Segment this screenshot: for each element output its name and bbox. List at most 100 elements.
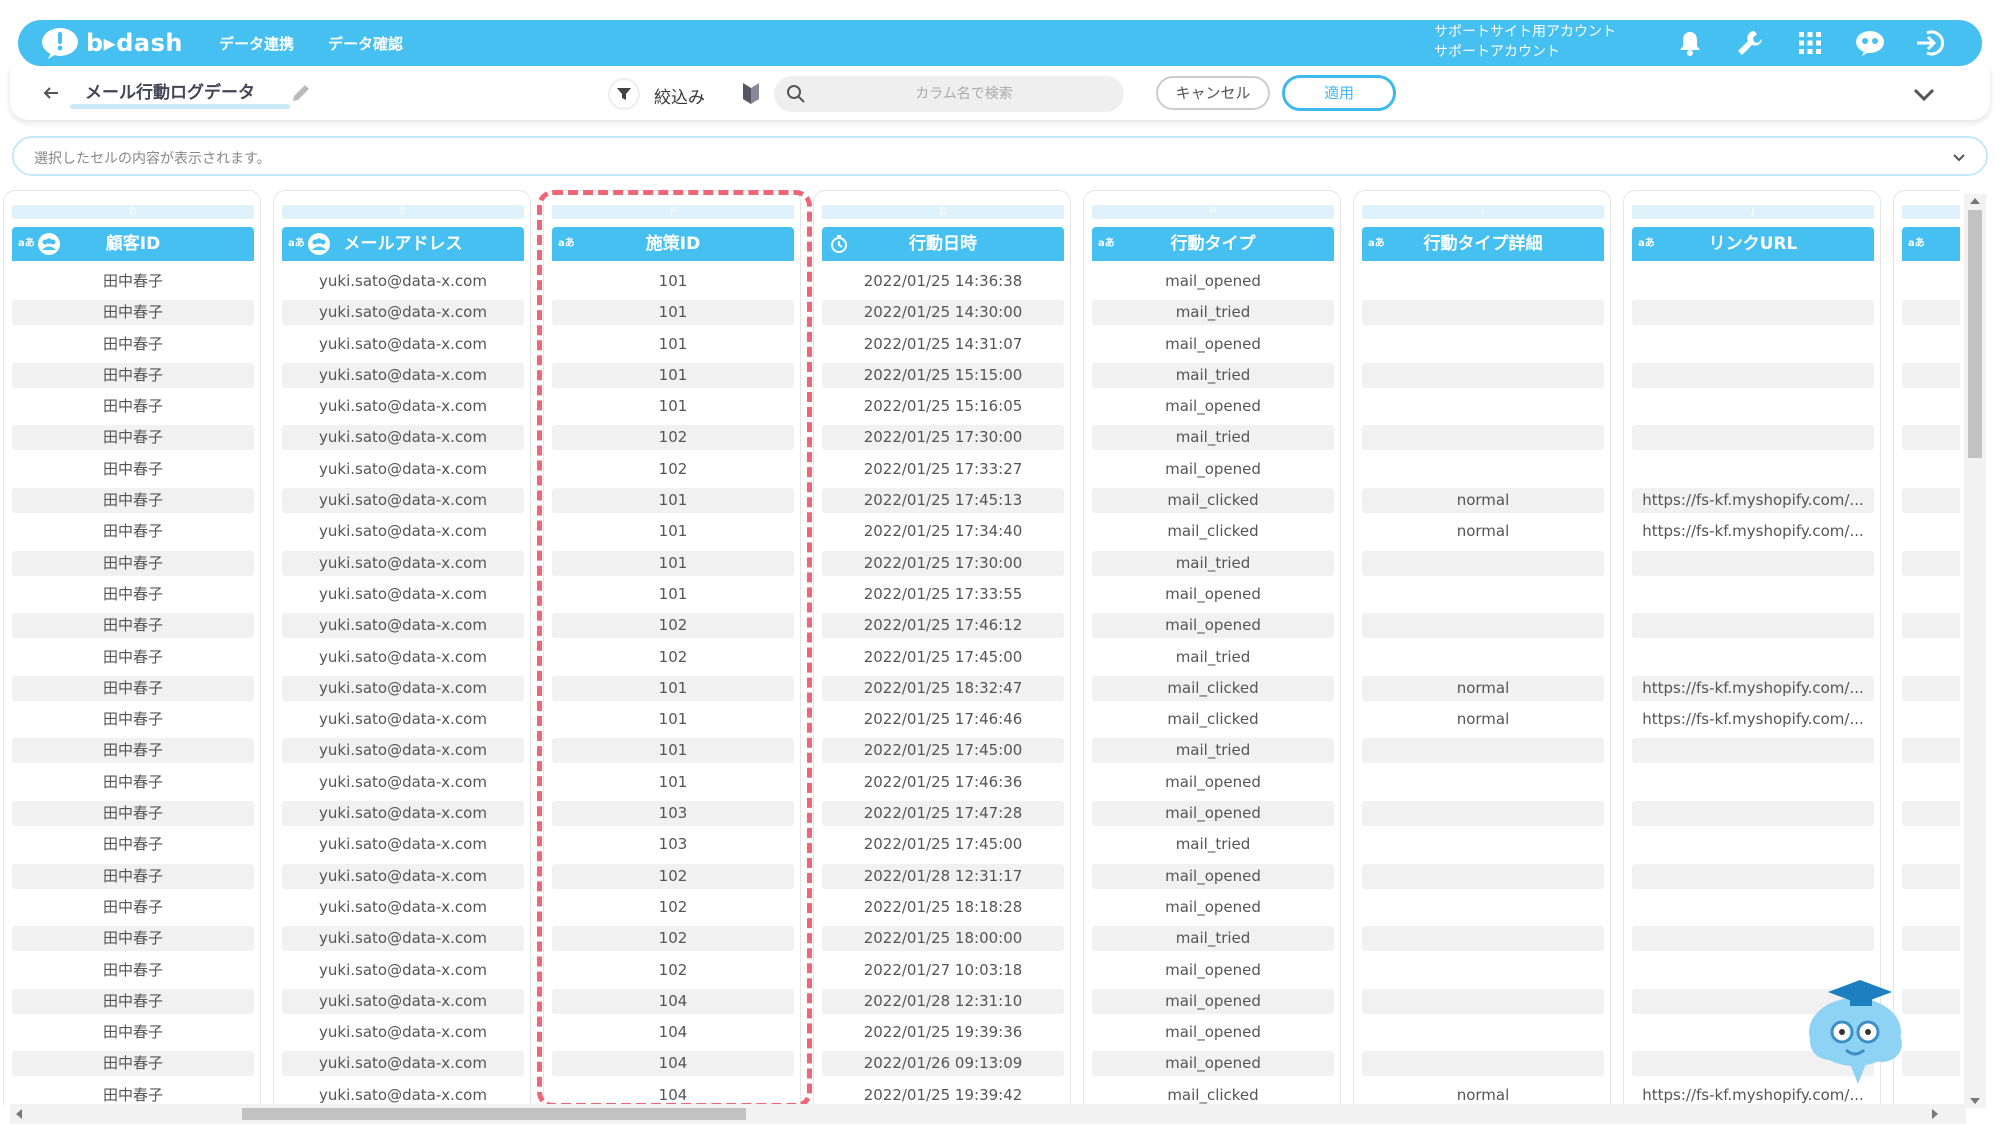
table-cell[interactable] xyxy=(1902,863,1960,889)
table-cell[interactable]: 2022/01/25 17:46:12 xyxy=(822,613,1064,639)
table-cell[interactable]: 田中春子 xyxy=(12,1020,254,1045)
table-cell[interactable]: 田中春子 xyxy=(12,895,254,920)
table-cell[interactable] xyxy=(1632,300,1874,326)
table-cell[interactable]: 101 xyxy=(552,394,794,419)
vertical-scrollbar[interactable] xyxy=(1964,194,1986,1108)
table-cell[interactable]: yuki.sato@data-x.com xyxy=(282,550,524,576)
table-cell[interactable] xyxy=(1362,269,1604,294)
scroll-up-arrow-icon[interactable] xyxy=(1970,198,1980,204)
table-cell[interactable] xyxy=(1902,269,1960,294)
table-cell[interactable] xyxy=(1902,895,1960,920)
column-header[interactable]: aあ 行動タイプ詳細 xyxy=(1362,227,1604,261)
table-cell[interactable]: yuki.sato@data-x.com xyxy=(282,1083,524,1105)
table-cell[interactable] xyxy=(1362,394,1604,419)
table-cell[interactable] xyxy=(1902,362,1960,388)
table-cell[interactable]: yuki.sato@data-x.com xyxy=(282,770,524,795)
column-letter[interactable]: F xyxy=(552,205,794,219)
chevron-down-icon[interactable] xyxy=(1950,148,1968,166)
table-cell[interactable]: yuki.sato@data-x.com xyxy=(282,582,524,607)
pencil-icon[interactable] xyxy=(290,82,312,104)
table-cell[interactable]: 2022/01/28 12:31:17 xyxy=(822,863,1064,889)
table-cell[interactable]: 田中春子 xyxy=(12,488,254,514)
table-cell[interactable]: 田中春子 xyxy=(12,269,254,294)
table-cell[interactable]: yuki.sato@data-x.com xyxy=(282,645,524,670)
table-cell[interactable]: yuki.sato@data-x.com xyxy=(282,863,524,889)
table-cell[interactable] xyxy=(1632,550,1874,576)
table-cell[interactable] xyxy=(1902,550,1960,576)
table-cell[interactable]: 2022/01/26 09:13:09 xyxy=(822,1051,1064,1077)
table-cell[interactable]: 2022/01/25 17:30:00 xyxy=(822,425,1064,451)
table-cell[interactable]: 101 xyxy=(552,362,794,388)
table-cell[interactable]: https://fs-kf.myshopify.com/... xyxy=(1632,488,1874,514)
column-letter[interactable]: I xyxy=(1362,205,1604,219)
table-cell[interactable]: 2022/01/25 17:45:00 xyxy=(822,738,1064,764)
table-cell[interactable] xyxy=(1362,832,1604,857)
table-cell[interactable]: yuki.sato@data-x.com xyxy=(282,895,524,920)
table-cell[interactable] xyxy=(1632,613,1874,639)
table-cell[interactable]: 2022/01/28 12:31:10 xyxy=(822,988,1064,1014)
table-cell[interactable]: 101 xyxy=(552,519,794,544)
table-cell[interactable]: 104 xyxy=(552,988,794,1014)
table-cell[interactable]: 103 xyxy=(552,832,794,857)
table-cell[interactable]: mail_opened xyxy=(1092,895,1334,920)
table-cell[interactable] xyxy=(1362,332,1604,357)
table-cell[interactable]: normal xyxy=(1362,707,1604,732)
table-cell[interactable]: yuki.sato@data-x.com xyxy=(282,832,524,857)
column-letter[interactable]: D xyxy=(12,205,254,219)
table-cell[interactable]: yuki.sato@data-x.com xyxy=(282,1051,524,1077)
column-letter[interactable] xyxy=(1902,205,1960,219)
table-cell[interactable]: mail_opened xyxy=(1092,863,1334,889)
column-header[interactable]: aあ xyxy=(1902,227,1960,261)
table-cell[interactable]: 田中春子 xyxy=(12,770,254,795)
table-cell[interactable] xyxy=(1632,362,1874,388)
table-cell[interactable]: mail_tried xyxy=(1092,425,1334,451)
table-cell[interactable]: https://fs-kf.myshopify.com/... xyxy=(1632,675,1874,701)
column-header[interactable]: aあ 施策ID xyxy=(552,227,794,261)
table-cell[interactable] xyxy=(1902,394,1960,419)
table-cell[interactable]: mail_opened xyxy=(1092,1020,1334,1045)
table-cell[interactable]: 102 xyxy=(552,425,794,451)
table-cell[interactable] xyxy=(1632,801,1874,827)
table-cell[interactable] xyxy=(1632,582,1874,607)
table-cell[interactable] xyxy=(1362,645,1604,670)
table-cell[interactable] xyxy=(1902,645,1960,670)
chat-mascot-icon[interactable] xyxy=(1854,27,1886,59)
table-cell[interactable]: mail_opened xyxy=(1092,801,1334,827)
table-cell[interactable]: 2022/01/25 17:45:00 xyxy=(822,832,1064,857)
table-cell[interactable]: mail_opened xyxy=(1092,613,1334,639)
table-cell[interactable]: mail_opened xyxy=(1092,582,1334,607)
table-cell[interactable]: mail_tried xyxy=(1092,926,1334,952)
table-cell[interactable]: 101 xyxy=(552,332,794,357)
table-cell[interactable]: mail_tried xyxy=(1092,645,1334,670)
table-cell[interactable]: 102 xyxy=(552,863,794,889)
table-cell[interactable]: 101 xyxy=(552,738,794,764)
vertical-scroll-thumb[interactable] xyxy=(1968,210,1982,458)
table-cell[interactable]: yuki.sato@data-x.com xyxy=(282,675,524,701)
table-cell[interactable]: 104 xyxy=(552,1020,794,1045)
table-cell[interactable]: 2022/01/25 17:46:46 xyxy=(822,707,1064,732)
table-cell[interactable]: 102 xyxy=(552,895,794,920)
table-cell[interactable]: mail_opened xyxy=(1092,988,1334,1014)
table-cell[interactable]: normal xyxy=(1362,488,1604,514)
table-cell[interactable]: 101 xyxy=(552,488,794,514)
table-cell[interactable]: 2022/01/25 17:46:36 xyxy=(822,770,1064,795)
table-cell[interactable]: 2022/01/25 18:00:00 xyxy=(822,926,1064,952)
table-cell[interactable]: 102 xyxy=(552,645,794,670)
table-cell[interactable] xyxy=(1902,457,1960,482)
table-cell[interactable]: 2022/01/25 17:33:27 xyxy=(822,457,1064,482)
table-cell[interactable]: mail_tried xyxy=(1092,738,1334,764)
nav-data-integration[interactable]: データ連携 xyxy=(219,33,294,54)
table-cell[interactable]: mail_opened xyxy=(1092,457,1334,482)
table-cell[interactable] xyxy=(1362,770,1604,795)
table-cell[interactable]: 2022/01/25 17:30:00 xyxy=(822,550,1064,576)
table-cell[interactable]: 2022/01/25 19:39:36 xyxy=(822,1020,1064,1045)
column-search-input[interactable] xyxy=(814,80,1114,108)
table-cell[interactable]: 田中春子 xyxy=(12,582,254,607)
table-cell[interactable]: 2022/01/25 15:15:00 xyxy=(822,362,1064,388)
table-cell[interactable]: 101 xyxy=(552,582,794,607)
table-cell[interactable]: 2022/01/25 14:30:00 xyxy=(822,300,1064,326)
wrench-icon[interactable] xyxy=(1734,27,1766,59)
column-letter[interactable]: E xyxy=(282,205,524,219)
table-cell[interactable] xyxy=(1902,832,1960,857)
table-cell[interactable]: yuki.sato@data-x.com xyxy=(282,926,524,952)
